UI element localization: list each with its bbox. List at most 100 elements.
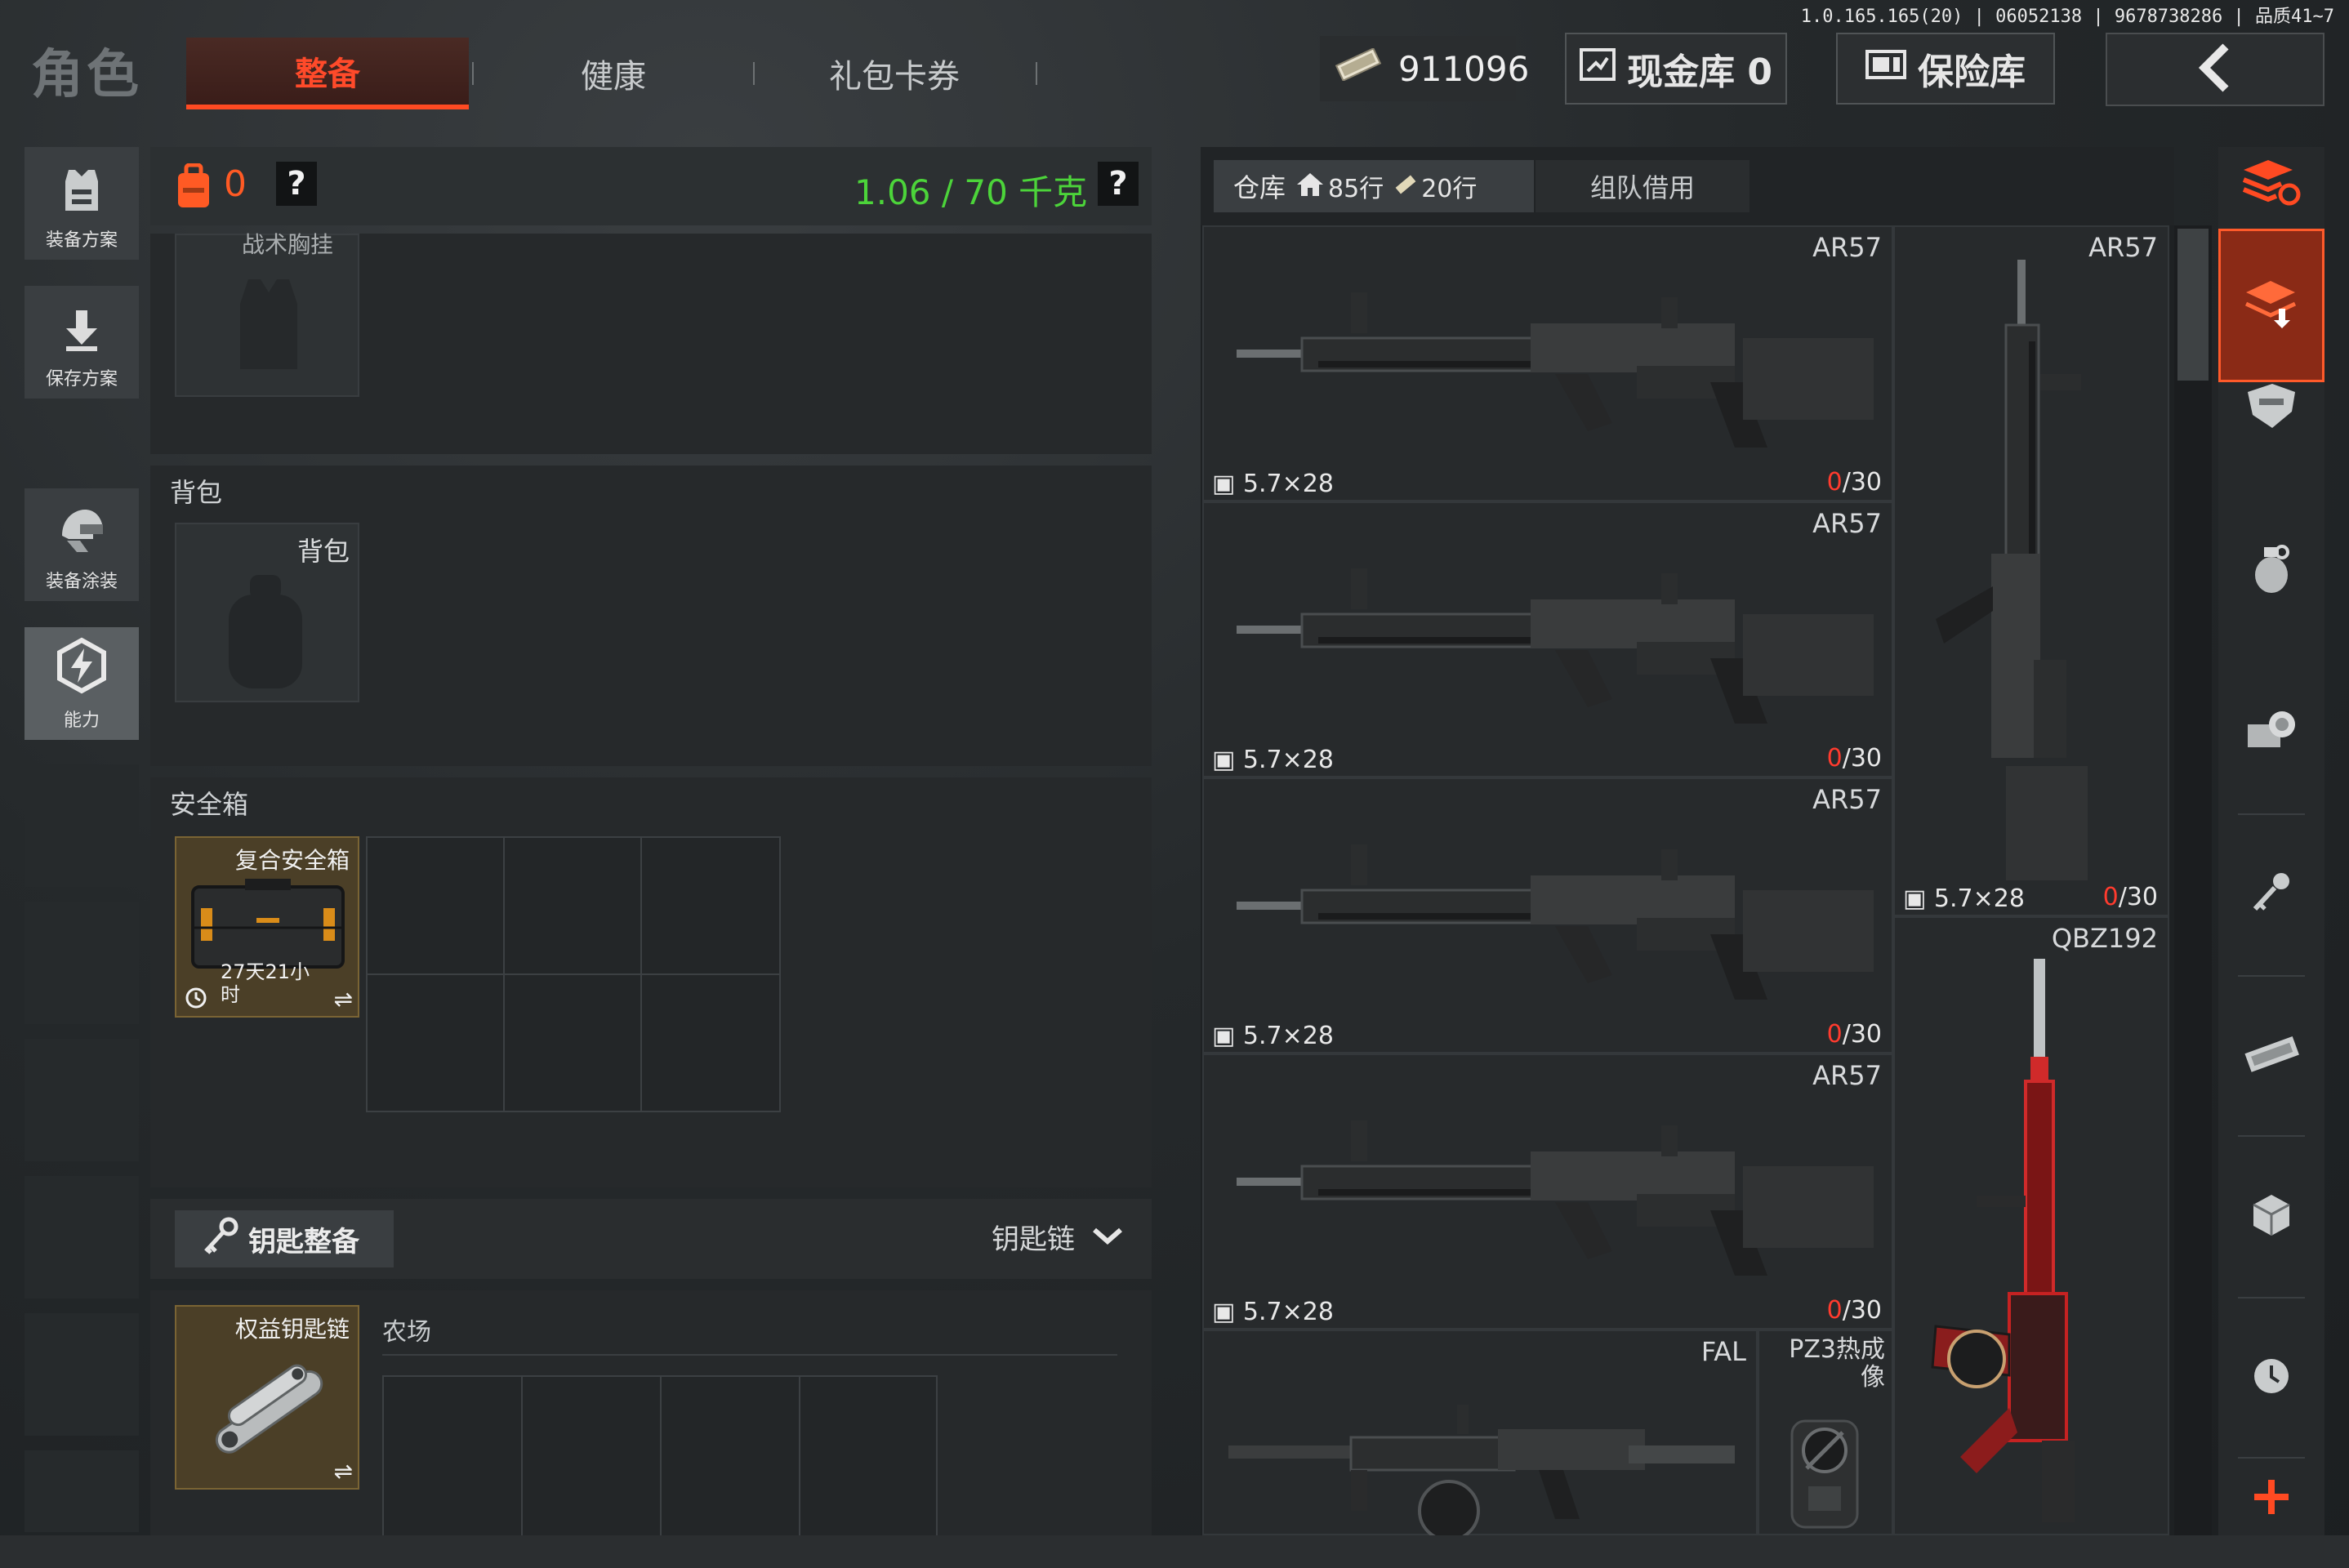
warehouse-scrollbar-track[interactable] xyxy=(2174,225,2212,1535)
safebox-grid-cell[interactable] xyxy=(366,973,505,1112)
helmet-icon xyxy=(56,506,108,560)
keychain-grid xyxy=(382,1375,938,1539)
keychain-grid-cell[interactable] xyxy=(382,1375,523,1539)
grenade-icon xyxy=(2251,544,2292,598)
thermal-scope-icon xyxy=(1776,1405,1874,1539)
warehouse-tab[interactable]: 仓库 85行 20行 xyxy=(1214,160,1534,212)
ammo-capacity: /30 xyxy=(1842,468,1882,497)
backpack-section: 背包 背包 xyxy=(150,466,1152,766)
swap-icon[interactable]: ⇌ xyxy=(334,986,353,1013)
divider xyxy=(2238,1135,2305,1137)
sidebar-item-abilities[interactable]: 能力 xyxy=(25,627,139,740)
ticket-icon xyxy=(1393,172,1418,200)
clock-icon xyxy=(185,987,207,1013)
tactical-rig-slot[interactable]: 战术胸挂 xyxy=(175,231,359,397)
key-section-header: 钥匙整备 钥匙链 xyxy=(150,1199,1152,1279)
tab-divider xyxy=(472,62,474,85)
ammo-label: ▣ 5.7×28 xyxy=(1903,884,2025,913)
ammo-type: 5.7×28 xyxy=(1242,1022,1334,1050)
keychain-grid-cell[interactable] xyxy=(799,1375,938,1539)
cash-vault-button[interactable]: 现金库 0 xyxy=(1565,33,1787,105)
rifle-icon xyxy=(1220,1088,1882,1287)
key-loadout-button[interactable]: 钥匙整备 xyxy=(175,1210,394,1267)
category-all-button[interactable] xyxy=(2218,127,2324,242)
swap-icon[interactable]: ⇌ xyxy=(334,1458,353,1485)
ammo-count: 0/30 xyxy=(1827,1020,1882,1049)
sidebar-item-skins[interactable]: 装备涂装 xyxy=(25,488,139,601)
key-loadout-label: 钥匙整备 xyxy=(248,1225,359,1258)
sidebar-item-label: 保存方案 xyxy=(45,369,118,390)
ammo-loaded: 0 xyxy=(2102,883,2119,911)
keychain-item[interactable]: 权益钥匙链 ⇌ xyxy=(175,1305,359,1490)
safebox-grid-cell[interactable] xyxy=(503,836,642,975)
back-button[interactable] xyxy=(2106,33,2324,106)
category-containers-button[interactable] xyxy=(2218,1155,2324,1277)
bolt-hexagon-icon xyxy=(53,637,110,699)
sidebar-item-loadout-plan[interactable]: 装备方案 xyxy=(25,147,139,260)
cash-vault-label: 现金库 0 xyxy=(1627,51,1772,93)
key-icon xyxy=(199,1217,240,1261)
safebox-grid xyxy=(366,836,781,1112)
warehouse-item-qbz192[interactable]: QBZ192 xyxy=(1893,916,2169,1535)
keychain-dropdown[interactable]: 钥匙链 xyxy=(992,1217,1124,1257)
backpack-slot[interactable]: 背包 xyxy=(175,523,359,702)
money-display: 911096 xyxy=(1320,36,1529,101)
ammo-count: 0/30 xyxy=(1827,468,1882,497)
category-recent-button[interactable] xyxy=(2218,1316,2324,1439)
warehouse-rows-extra: 20行 xyxy=(1421,175,1478,203)
safebox-grid-cell[interactable] xyxy=(366,836,505,975)
divider xyxy=(2238,813,2305,815)
keychain-grid-cell[interactable] xyxy=(521,1375,662,1539)
ammo-label: ▣ 5.7×28 xyxy=(1212,1298,1334,1326)
ammo-box-icon: ▣ xyxy=(1212,470,1236,498)
ammo-label: ▣ 5.7×28 xyxy=(1212,470,1334,498)
divider xyxy=(2238,1457,2305,1459)
rifle-icon xyxy=(1220,536,1882,735)
warehouse-item-ar57[interactable]: AR57 ▣ 5.7×28 0/30 xyxy=(1202,501,1893,777)
keychain-map-label: 农场 xyxy=(382,1318,431,1347)
armor-icon xyxy=(2243,382,2300,434)
keychain-dropdown-label: 钥匙链 xyxy=(992,1223,1075,1256)
warehouse-item-ar57[interactable]: AR57 ▣ 5.7×28 0/30 xyxy=(1202,225,1893,501)
warehouse-tab-label: 仓库 xyxy=(1233,172,1286,203)
warehouse-item-ar57[interactable]: AR57 ▣ 5.7×28 0/30 xyxy=(1202,1054,1893,1330)
safebox-grid-cell[interactable] xyxy=(640,973,781,1112)
ammo-loaded: 0 xyxy=(1826,744,1843,773)
warehouse-item-fal[interactable]: FAL xyxy=(1202,1330,1758,1542)
warehouse-scrollbar-thumb[interactable] xyxy=(2177,229,2209,381)
warehouse-item-pz3-thermal[interactable]: PZ3热成像 xyxy=(1758,1330,1893,1535)
sidebar-item-save-plan[interactable]: 保存方案 xyxy=(25,286,139,399)
category-keys-button[interactable] xyxy=(2218,833,2324,956)
category-throwables-button[interactable] xyxy=(2218,510,2324,632)
cash-icon xyxy=(2241,1030,2302,1079)
ammo-type: 5.7×28 xyxy=(1933,884,2025,913)
item-name: AR57 xyxy=(1812,1060,1882,1091)
add-category-button[interactable] xyxy=(2218,1462,2324,1535)
safebox-item[interactable]: 复合安全箱 27天21小时 ⇌ xyxy=(175,836,359,1018)
sidebar-item-label: 装备涂装 xyxy=(45,572,118,592)
safebox-grid-cell[interactable] xyxy=(503,973,642,1112)
keychain-section: 权益钥匙链 ⇌ 农场 xyxy=(150,1290,1152,1539)
category-valuables-button[interactable] xyxy=(2218,993,2324,1116)
warehouse-item-ar57[interactable]: AR57 ▣ 5.7×28 0/30 xyxy=(1202,777,1893,1054)
category-consumables-button[interactable] xyxy=(2218,670,2324,792)
help-button[interactable]: ? xyxy=(276,162,317,206)
tab-loadout[interactable]: 整备 xyxy=(186,38,469,109)
safe-vault-button[interactable]: 保险库 xyxy=(1836,33,2055,105)
category-armor-button[interactable] xyxy=(2218,351,2324,466)
keychain-item-name: 权益钥匙链 xyxy=(234,1316,350,1343)
weight-help-button[interactable]: ? xyxy=(1098,162,1139,206)
ammo-box-icon: ▣ xyxy=(1212,1022,1236,1050)
tab-health[interactable]: 健康 xyxy=(475,38,751,109)
sidebar-empty-slot xyxy=(25,1176,139,1298)
bottom-bar xyxy=(0,1535,2349,1568)
safebox-grid-cell[interactable] xyxy=(640,836,781,975)
warehouse-item-ar57-vertical[interactable]: AR57 ▣ 5.7×28 0/30 xyxy=(1893,225,2169,916)
divider xyxy=(382,1354,1117,1356)
tab-gift-vouchers[interactable]: 礼包卡券 xyxy=(756,38,1032,109)
tactical-rig-label: 战术胸挂 xyxy=(242,231,334,258)
team-borrow-tab[interactable]: 组队借用 xyxy=(1536,160,1749,212)
chevron-left-icon xyxy=(2195,43,2235,96)
home-icon xyxy=(1295,172,1325,201)
keychain-grid-cell[interactable] xyxy=(660,1375,800,1539)
